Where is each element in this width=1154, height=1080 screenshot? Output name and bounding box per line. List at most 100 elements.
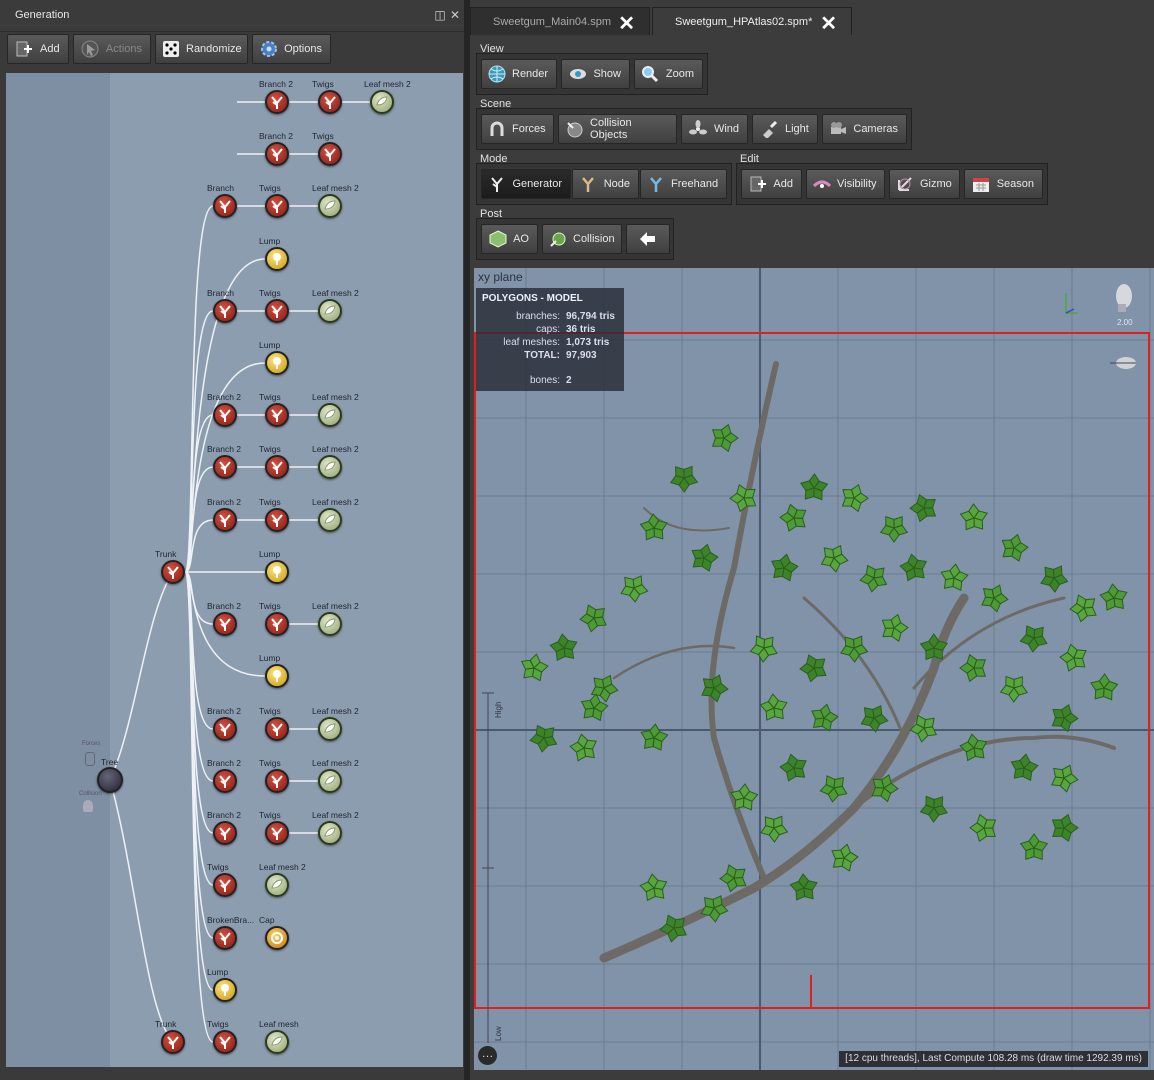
- leaf-node[interactable]: [318, 821, 342, 845]
- light-direction-icon[interactable]: [1114, 284, 1136, 314]
- node-label: Twigs: [259, 601, 281, 611]
- leaf-node[interactable]: [265, 873, 289, 897]
- branch-node[interactable]: [318, 90, 342, 114]
- node-label: Lump: [259, 549, 281, 559]
- float-window-icon[interactable]: ◫: [433, 8, 447, 22]
- forces-button[interactable]: Forces: [481, 114, 554, 144]
- branch-node[interactable]: [213, 873, 237, 897]
- branch-node[interactable]: [265, 455, 289, 479]
- lump-node[interactable]: [265, 247, 289, 271]
- leaf-node[interactable]: [318, 194, 342, 218]
- actions-label: Actions: [105, 43, 142, 55]
- leaf-node[interactable]: [318, 403, 342, 427]
- forces-slot-icon[interactable]: [85, 752, 95, 766]
- add-label: Add: [40, 43, 60, 55]
- branch-node[interactable]: [265, 403, 289, 427]
- branch-node[interactable]: [265, 299, 289, 323]
- branch-node[interactable]: [265, 508, 289, 532]
- more-options-icon[interactable]: …: [478, 1046, 497, 1065]
- leaf-node[interactable]: [318, 612, 342, 636]
- forces-slot-label: Forces: [82, 741, 101, 747]
- visibility-button[interactable]: Visibility: [806, 169, 885, 199]
- post-collision-button[interactable]: Collision: [542, 224, 622, 254]
- leaf-node[interactable]: [318, 508, 342, 532]
- ao-button[interactable]: AO: [481, 224, 538, 254]
- close-panel-icon[interactable]: ✕: [448, 8, 462, 22]
- freehand-mode-button[interactable]: Freehand: [640, 169, 727, 199]
- lump-node[interactable]: [265, 351, 289, 375]
- node-label: Leaf mesh 2: [259, 862, 306, 872]
- branch-node[interactable]: [213, 299, 237, 323]
- leaf-node[interactable]: [318, 455, 342, 479]
- node-label: Twigs: [259, 392, 281, 402]
- branch-node[interactable]: [213, 926, 237, 950]
- cameras-button[interactable]: Cameras: [822, 114, 907, 144]
- randomize-button[interactable]: Randomize: [155, 34, 248, 64]
- branch-node[interactable]: [265, 769, 289, 793]
- branch-node[interactable]: [213, 717, 237, 741]
- tab-sweetgum-hpatlas02[interactable]: Sweetgum_HPAtlas02.spm* ✕: [652, 7, 852, 35]
- generator-mode-button[interactable]: Generator: [481, 169, 571, 199]
- branch-node[interactable]: [265, 612, 289, 636]
- caps-label: caps:: [536, 324, 560, 335]
- branch-node[interactable]: [213, 612, 237, 636]
- branch-node[interactable]: [318, 142, 342, 166]
- node-label: Leaf mesh 2: [364, 79, 411, 89]
- node-label: Leaf mesh 2: [312, 497, 359, 507]
- leaf-node[interactable]: [265, 1030, 289, 1054]
- branch-node[interactable]: [161, 1030, 185, 1054]
- node-label: Branch 2: [207, 601, 242, 611]
- branch-node[interactable]: [213, 455, 237, 479]
- render-button[interactable]: Render: [481, 59, 557, 89]
- branch-node[interactable]: [213, 769, 237, 793]
- plane-label: xy plane: [478, 270, 523, 284]
- close-tab-icon[interactable]: ✕: [618, 11, 635, 36]
- branch-node[interactable]: [265, 717, 289, 741]
- post-collision-label: Collision: [573, 233, 615, 245]
- branch-node[interactable]: [265, 194, 289, 218]
- node-label: Twigs: [259, 810, 281, 820]
- actions-button[interactable]: Actions: [73, 34, 151, 64]
- branch-node[interactable]: [213, 508, 237, 532]
- node-mode-button[interactable]: Node: [572, 169, 639, 199]
- branch-node[interactable]: [213, 821, 237, 845]
- lump-node[interactable]: [265, 560, 289, 584]
- add-button[interactable]: Add: [7, 34, 69, 64]
- edit-add-button[interactable]: Add: [741, 169, 802, 199]
- collision-objects-label: Collision Objects: [590, 117, 632, 141]
- branch-node[interactable]: [265, 142, 289, 166]
- camera-orient-icon[interactable]: [1108, 350, 1134, 376]
- branch-node[interactable]: [265, 90, 289, 114]
- cap-node[interactable]: [265, 926, 289, 950]
- close-tab-icon[interactable]: ✕: [820, 11, 837, 36]
- light-button[interactable]: Light: [752, 114, 818, 144]
- wind-button[interactable]: Wind: [681, 114, 748, 144]
- branch-node[interactable]: [161, 560, 185, 584]
- branch-node[interactable]: [213, 1030, 237, 1054]
- collision-slot-icon[interactable]: [83, 800, 93, 812]
- back-button[interactable]: [626, 224, 670, 254]
- tree-root-node[interactable]: [97, 767, 123, 793]
- node-label: Twigs: [259, 706, 281, 716]
- lump-node[interactable]: [265, 664, 289, 688]
- generation-node-graph[interactable]: Forces Collision Tree Branch 2 Twigs Leaf …: [6, 73, 463, 1067]
- lump-node[interactable]: [213, 978, 237, 1002]
- gizmo-button[interactable]: Gizmo: [889, 169, 960, 199]
- leaf-node[interactable]: [318, 769, 342, 793]
- branch-node[interactable]: [265, 821, 289, 845]
- generation-toolbar: Add Actions Randomize Options: [0, 32, 464, 70]
- branch-node[interactable]: [213, 194, 237, 218]
- options-button[interactable]: Options: [252, 34, 331, 64]
- zoom-button[interactable]: Zoom: [634, 59, 703, 89]
- branch-node[interactable]: [213, 403, 237, 427]
- leaf-node[interactable]: [318, 717, 342, 741]
- leaf-node[interactable]: [370, 90, 394, 114]
- render-label: Render: [512, 68, 549, 80]
- tab-sweetgum-main04[interactable]: Sweetgum_Main04.spm ✕: [470, 7, 650, 35]
- season-button[interactable]: Season: [964, 169, 1043, 199]
- collision-objects-button[interactable]: Collision Objects: [558, 114, 677, 144]
- show-button[interactable]: Show: [561, 59, 630, 89]
- leaf-node[interactable]: [318, 299, 342, 323]
- magnifier-icon: [641, 64, 660, 84]
- node-label: Twigs: [259, 758, 281, 768]
